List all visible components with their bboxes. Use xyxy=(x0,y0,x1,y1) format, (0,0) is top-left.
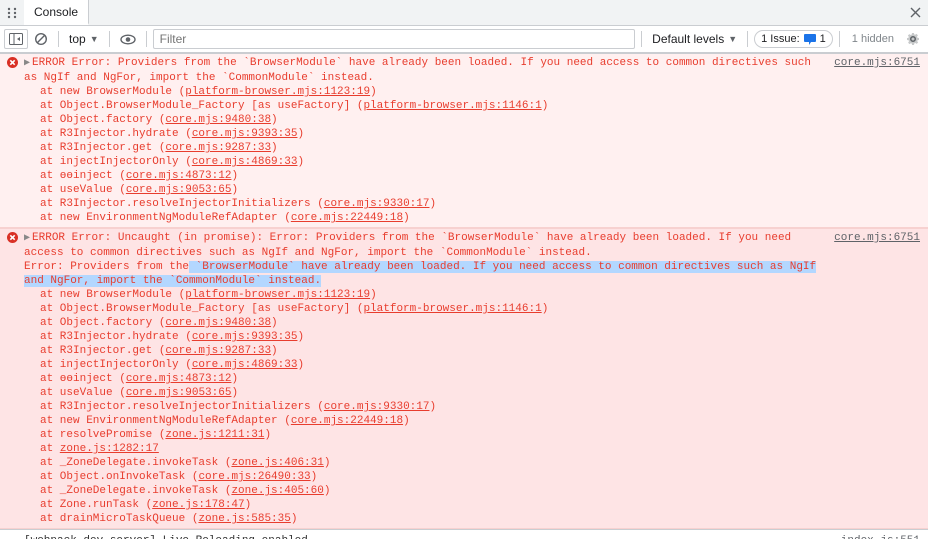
source-link[interactable]: index.js:551 xyxy=(841,534,928,539)
stack-frame: at R3Injector.hydrate (core.mjs:9393:35) xyxy=(0,330,928,344)
separator xyxy=(146,31,147,47)
stack-frame: at Object.factory (core.mjs:9480:38) xyxy=(0,113,928,127)
stack-link[interactable]: core.mjs:22449:18 xyxy=(291,415,403,427)
separator xyxy=(641,31,642,47)
devtools-tab-bar: Console xyxy=(0,0,928,26)
stack-link[interactable]: core.mjs:9480:38 xyxy=(165,114,271,126)
stack-frame: at Zone.runTask (zone.js:178:47) xyxy=(0,498,928,512)
stack-frame: at Object.onInvokeTask (core.mjs:26490:3… xyxy=(0,470,928,484)
stack-frame: at new EnvironmentNgModuleRefAdapter (co… xyxy=(0,211,928,225)
stack-frame: at injectInjectorOnly (core.mjs:4869:33) xyxy=(0,358,928,372)
stack-link[interactable]: core.mjs:9393:35 xyxy=(192,128,298,140)
stack-frame: at _ZoneDelegate.invokeTask (zone.js:406… xyxy=(0,456,928,470)
tab-label: Console xyxy=(34,5,78,19)
stack-frame: at ɵɵinject (core.mjs:4873:12) xyxy=(0,169,928,183)
stack-link[interactable]: core.mjs:9287:33 xyxy=(165,345,271,357)
error-icon xyxy=(7,232,18,243)
stack-link[interactable]: zone.js:1282:17 xyxy=(60,443,159,455)
stack-frame: at resolvePromise (zone.js:1211:31) xyxy=(0,428,928,442)
filter-input[interactable] xyxy=(153,29,636,49)
stack-frame: at useValue (core.mjs:9053:65) xyxy=(0,386,928,400)
stack-frame: at new EnvironmentNgModuleRefAdapter (co… xyxy=(0,414,928,428)
stack-link[interactable]: core.mjs:9393:35 xyxy=(192,331,298,343)
stack-frame: at R3Injector.resolveInjectorInitializer… xyxy=(0,197,928,211)
stack-link[interactable]: zone.js:406:31 xyxy=(231,457,323,469)
error-icon xyxy=(7,57,18,68)
stack-frame: at drainMicroTaskQueue (zone.js:585:35) xyxy=(0,512,928,526)
stack-link[interactable]: zone.js:405:60 xyxy=(231,485,323,497)
clear-console-button[interactable] xyxy=(30,29,52,49)
stack-link[interactable]: core.mjs:4869:33 xyxy=(192,156,298,168)
stack-link[interactable]: core.mjs:9053:65 xyxy=(126,184,232,196)
source-link[interactable]: core.mjs:6751 xyxy=(834,231,928,245)
gutter xyxy=(0,534,24,539)
stack-frame: at new BrowserModule (platform-browser.m… xyxy=(0,85,928,99)
issues-button[interactable]: 1 Issue: 1 xyxy=(754,30,833,48)
console-error: ▶ERROR Error: Uncaught (in promise): Err… xyxy=(0,228,928,529)
issues-count: 1 xyxy=(820,33,826,45)
separator xyxy=(109,31,110,47)
console-output: ▶ERROR Error: Providers from the `Browse… xyxy=(0,53,928,539)
toggle-sidebar-button[interactable] xyxy=(4,29,28,49)
stack-frame: at Object.BrowserModule_Factory [as useF… xyxy=(0,302,928,316)
context-selector[interactable]: top ▼ xyxy=(65,29,103,49)
separator xyxy=(839,31,840,47)
stack-frame: at zone.js:1282:17 xyxy=(0,442,928,456)
error-message[interactable]: ▶ERROR Error: Uncaught (in promise): Err… xyxy=(24,231,834,288)
stack-frame: at Object.factory (core.mjs:9480:38) xyxy=(0,316,928,330)
info-text[interactable]: [webpack-dev-server] Live Reloading enab… xyxy=(24,534,841,539)
console-info: [webpack-dev-server] Live Reloading enab… xyxy=(0,529,928,539)
stack-link[interactable]: zone.js:1211:31 xyxy=(165,429,264,441)
stack-link[interactable]: platform-browser.mjs:1123:19 xyxy=(185,86,370,98)
stack-link[interactable]: core.mjs:9053:65 xyxy=(126,387,232,399)
stack-link[interactable]: core.mjs:26490:33 xyxy=(198,471,310,483)
stack-link[interactable]: platform-browser.mjs:1146:1 xyxy=(363,100,541,112)
stack-link[interactable]: platform-browser.mjs:1123:19 xyxy=(185,289,370,301)
stack-frame: at R3Injector.get (core.mjs:9287:33) xyxy=(0,344,928,358)
stack-link[interactable]: core.mjs:9330:17 xyxy=(324,198,430,210)
stack-frame: at useValue (core.mjs:9053:65) xyxy=(0,183,928,197)
stack-frame: at ɵɵinject (core.mjs:4873:12) xyxy=(0,372,928,386)
live-expression-button[interactable] xyxy=(116,29,140,49)
context-label: top xyxy=(69,32,86,46)
stack-link[interactable]: core.mjs:4873:12 xyxy=(126,373,232,385)
chevron-down-icon: ▼ xyxy=(90,34,99,44)
expand-arrow-icon[interactable]: ▶ xyxy=(24,233,30,244)
separator xyxy=(58,31,59,47)
stack-link[interactable]: zone.js:178:47 xyxy=(152,499,244,511)
stack-frame: at R3Injector.resolveInjectorInitializer… xyxy=(0,400,928,414)
stack-link[interactable]: zone.js:585:35 xyxy=(198,513,290,525)
stack-link[interactable]: core.mjs:9480:38 xyxy=(165,317,271,329)
source-link[interactable]: core.mjs:6751 xyxy=(834,56,928,70)
stack-frame: at Object.BrowserModule_Factory [as useF… xyxy=(0,99,928,113)
stack-link[interactable]: platform-browser.mjs:1146:1 xyxy=(363,303,541,315)
issue-badge-icon xyxy=(804,34,816,45)
separator xyxy=(747,31,748,47)
console-toolbar: top ▼ Default levels ▼ 1 Issue: 1 1 hidd… xyxy=(0,26,928,53)
stack-link[interactable]: core.mjs:4873:12 xyxy=(126,170,232,182)
stack-frame: at _ZoneDelegate.invokeTask (zone.js:405… xyxy=(0,484,928,498)
stack-link[interactable]: core.mjs:9287:33 xyxy=(165,142,271,154)
stack-link[interactable]: core.mjs:4869:33 xyxy=(192,359,298,371)
stack-frame: at injectInjectorOnly (core.mjs:4869:33) xyxy=(0,155,928,169)
settings-button[interactable] xyxy=(902,29,924,49)
drag-handle-icon[interactable] xyxy=(0,7,24,19)
stack-link[interactable]: core.mjs:22449:18 xyxy=(291,212,403,224)
stack-link[interactable]: core.mjs:9330:17 xyxy=(324,401,430,413)
expand-arrow-icon[interactable]: ▶ xyxy=(24,58,30,69)
stack-frame: at R3Injector.hydrate (core.mjs:9393:35) xyxy=(0,127,928,141)
levels-label: Default levels xyxy=(652,32,724,46)
stack-frame: at R3Injector.get (core.mjs:9287:33) xyxy=(0,141,928,155)
tab-console[interactable]: Console xyxy=(24,0,89,25)
close-icon[interactable] xyxy=(902,7,928,18)
levels-selector[interactable]: Default levels ▼ xyxy=(648,29,741,49)
console-error: ▶ERROR Error: Providers from the `Browse… xyxy=(0,53,928,228)
issues-label: 1 Issue: xyxy=(761,33,800,45)
hidden-count: 1 hidden xyxy=(846,33,900,45)
chevron-down-icon: ▼ xyxy=(728,34,737,44)
stack-frame: at new BrowserModule (platform-browser.m… xyxy=(0,288,928,302)
error-message[interactable]: ▶ERROR Error: Providers from the `Browse… xyxy=(24,56,834,85)
